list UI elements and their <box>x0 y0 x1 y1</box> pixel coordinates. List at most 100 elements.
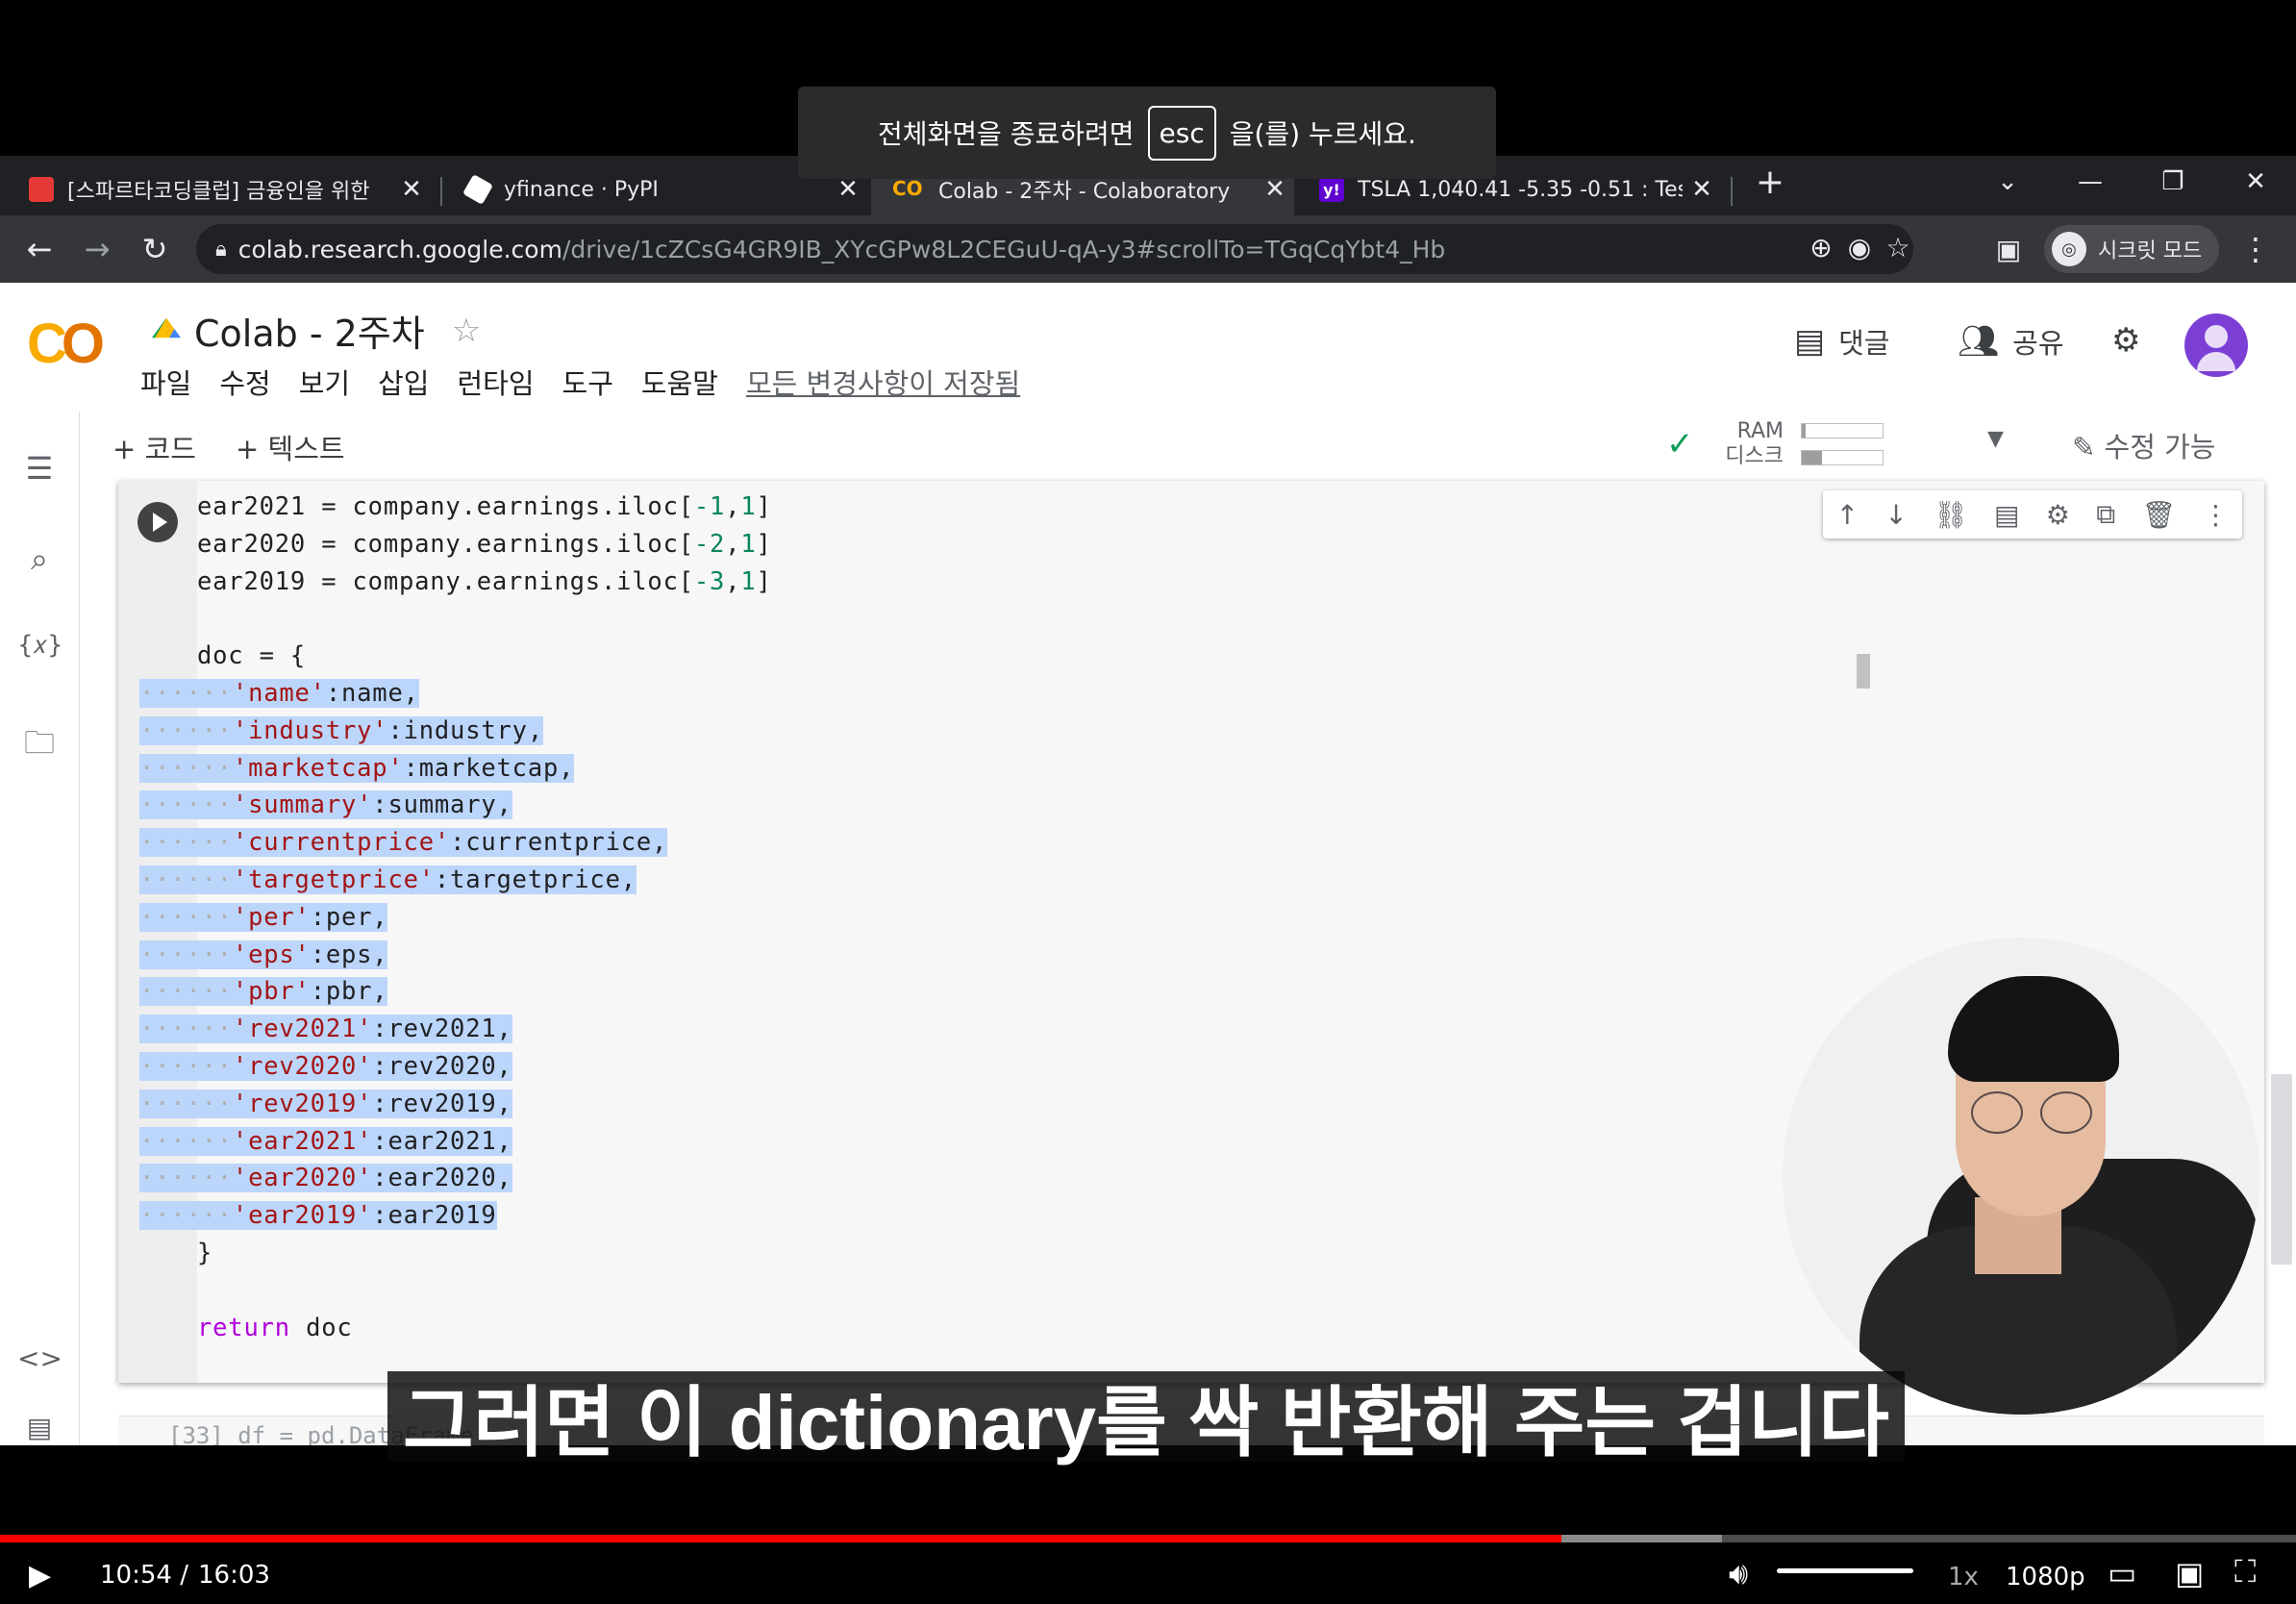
resources-dropdown-icon[interactable]: ▼ <box>1987 427 2004 451</box>
new-tab-button[interactable]: + <box>1732 156 1809 208</box>
code-text: :targetprice, <box>434 865 636 894</box>
menu-edit[interactable]: 수정 <box>219 362 270 402</box>
quality-label[interactable]: 1080p <box>2006 1563 2085 1591</box>
close-icon[interactable]: ✕ <box>392 175 431 204</box>
dict-key: 'targetprice' <box>232 865 435 894</box>
search-icon[interactable]: ⌕ <box>17 540 62 578</box>
play-icon[interactable]: ▶ <box>29 1559 51 1592</box>
code-text: :per, <box>310 902 388 932</box>
code-line: ······'eps':eps, <box>139 937 388 973</box>
menu-view[interactable]: 보기 <box>299 362 350 402</box>
played-bar <box>0 1535 1561 1542</box>
code-snippets-icon[interactable]: <> <box>17 1342 62 1374</box>
captions-icon[interactable]: ▭ <box>2108 1555 2136 1591</box>
colab-logo[interactable]: CO <box>27 312 105 376</box>
run-cell-button[interactable] <box>137 502 178 542</box>
ram-usage-fill <box>1802 424 1807 438</box>
folder-icon[interactable]: 🗀 <box>17 721 62 773</box>
code-text: :ear2021, <box>372 1126 512 1156</box>
side-panel-icon[interactable]: ▣ <box>1988 229 2029 269</box>
tab-title: [스파르타코딩클럽] 금융인을 위한 <box>67 180 370 204</box>
editor-scroll-thumb[interactable] <box>1857 654 1870 689</box>
settings-button[interactable]: ⚙ <box>2111 321 2154 360</box>
edit-mode-button[interactable]: ✎ 수정 가능 <box>2072 425 2215 465</box>
address-bar[interactable]: 🔒︎ colab.research.google.com/drive/1cZCs… <box>196 224 1913 274</box>
playback-speed[interactable]: 1x <box>1948 1563 1979 1591</box>
collapse-header-icon[interactable]: ⌃ <box>2291 423 2296 460</box>
delete-icon[interactable]: 🗑︎ <box>2141 499 2176 531</box>
forward-arrow-icon[interactable]: → <box>77 229 117 269</box>
menu-help[interactable]: 도움말 <box>641 362 718 402</box>
close-window-icon[interactable]: ✕ <box>2217 156 2294 208</box>
comment-button[interactable]: ▤ 댓글 <box>1794 321 1890 362</box>
back-arrow-icon[interactable]: ← <box>19 229 60 269</box>
colab-icon: CO <box>892 177 923 200</box>
page-scrollbar[interactable] <box>2271 1074 2292 1265</box>
tab-search-chevron-icon[interactable]: ⌄ <box>1969 156 2046 208</box>
book-icon <box>29 177 54 202</box>
hair-shape <box>1948 976 2119 1082</box>
more-icon[interactable]: ⋮ <box>2202 499 2229 531</box>
close-icon[interactable]: ✕ <box>829 175 867 204</box>
close-icon[interactable]: ✕ <box>1683 175 1721 204</box>
indent-guide: ······ <box>139 753 233 783</box>
indent-guide: ······ <box>139 1052 233 1081</box>
url-path: /drive/1cZCsG4GR9IB_XYcGPw8L2CEGuU-qA-y3… <box>562 235 1446 263</box>
reload-icon[interactable]: ↻ <box>135 229 175 269</box>
star-icon[interactable]: ☆ <box>452 312 481 350</box>
indent-guide: ······ <box>139 977 233 1007</box>
bookmark-star-icon[interactable]: ☆ <box>1879 232 1917 263</box>
tracking-eye-icon[interactable]: ◉ <box>1840 232 1879 263</box>
share-button[interactable]: 👥︎ 공유 <box>1958 321 2064 362</box>
minimize-icon[interactable]: — <box>2052 156 2129 208</box>
variables-icon[interactable]: {𝑥} <box>17 631 63 661</box>
menu-runtime[interactable]: 런타임 <box>458 362 535 402</box>
disk-usage-bar <box>1801 450 1884 465</box>
gear-icon[interactable]: ⚙ <box>2046 499 2070 531</box>
command-palette-icon[interactable]: ▤ <box>17 1412 62 1443</box>
dict-key: 'eps' <box>232 940 311 969</box>
zoom-icon[interactable]: ⊕ <box>1802 232 1840 263</box>
volume-slider[interactable] <box>1777 1568 1913 1573</box>
video-subtitle: 그러면 이 dictionary를 싹 반환해 주는 겁니다 <box>387 1371 1905 1466</box>
browser-toolbar: ← → ↻ 🔒︎ colab.research.google.com/drive… <box>0 215 2296 283</box>
code-line: } <box>197 1235 212 1271</box>
save-status[interactable]: 모든 변경사항이 저장됨 <box>746 362 1020 402</box>
close-icon[interactable]: ✕ <box>1256 175 1294 204</box>
dict-key: 'name' <box>232 679 326 708</box>
move-up-icon[interactable]: ↑ <box>1836 499 1859 531</box>
table-of-contents-icon[interactable]: ☰ <box>17 450 62 487</box>
menu-tools[interactable]: 도구 <box>562 362 613 402</box>
incognito-indicator[interactable]: ◎ 시크릿 모드 <box>2044 225 2220 273</box>
dict-key: 'rev2019' <box>232 1089 373 1118</box>
code-line: ······'name':name, <box>139 675 419 712</box>
miniplayer-icon[interactable]: ▣ <box>2175 1555 2204 1591</box>
move-down-icon[interactable]: ↓ <box>1884 499 1907 531</box>
dict-key: 'pbr' <box>232 977 311 1007</box>
avatar[interactable] <box>2184 313 2248 377</box>
code-line: ······'ear2020':ear2020, <box>139 1160 512 1196</box>
volume-icon[interactable]: 🔊︎ <box>1729 1555 1748 1592</box>
add-code-button[interactable]: + 코드 <box>112 427 196 467</box>
indent-guide: ······ <box>139 1126 233 1156</box>
dict-key: 'ear2021' <box>232 1126 373 1156</box>
mirror-cell-icon[interactable]: ⧉ <box>2096 498 2115 531</box>
link-icon[interactable]: ⛓ <box>1934 499 1968 531</box>
cell-toolbar: ↑ ↓ ⛓ ▤ ⚙ ⧉ 🗑︎ ⋮ <box>1823 490 2242 539</box>
duration: 16:03 <box>198 1561 270 1590</box>
notebook-title[interactable]: Colab - 2주차 <box>194 304 425 357</box>
restore-icon[interactable]: ❐ <box>2134 156 2211 208</box>
resources-label[interactable]: RAM 디스크 <box>1714 419 1784 469</box>
code-text: ear2020 = company.earnings.iloc[-2,1] <box>197 529 772 559</box>
menu-insert[interactable]: 삽입 <box>378 362 429 402</box>
code-text: :currentprice, <box>450 828 668 858</box>
code-text: ear2021 = company.earnings.iloc[-1,1] <box>197 492 772 521</box>
comment-icon[interactable]: ▤ <box>1994 499 2019 531</box>
add-text-button[interactable]: + 텍스트 <box>236 427 345 467</box>
ram-usage-bar <box>1801 423 1884 439</box>
video-progress-bar[interactable] <box>0 1535 2296 1542</box>
fullscreen-exit-icon[interactable]: ⛶ <box>2234 1553 2256 1591</box>
menu-file[interactable]: 파일 <box>140 362 191 402</box>
browser-tab-0[interactable]: [스파르타코딩클럽] 금융인을 위한 ✕ <box>8 163 431 215</box>
browser-menu-icon[interactable]: ⋮ <box>2235 229 2276 269</box>
